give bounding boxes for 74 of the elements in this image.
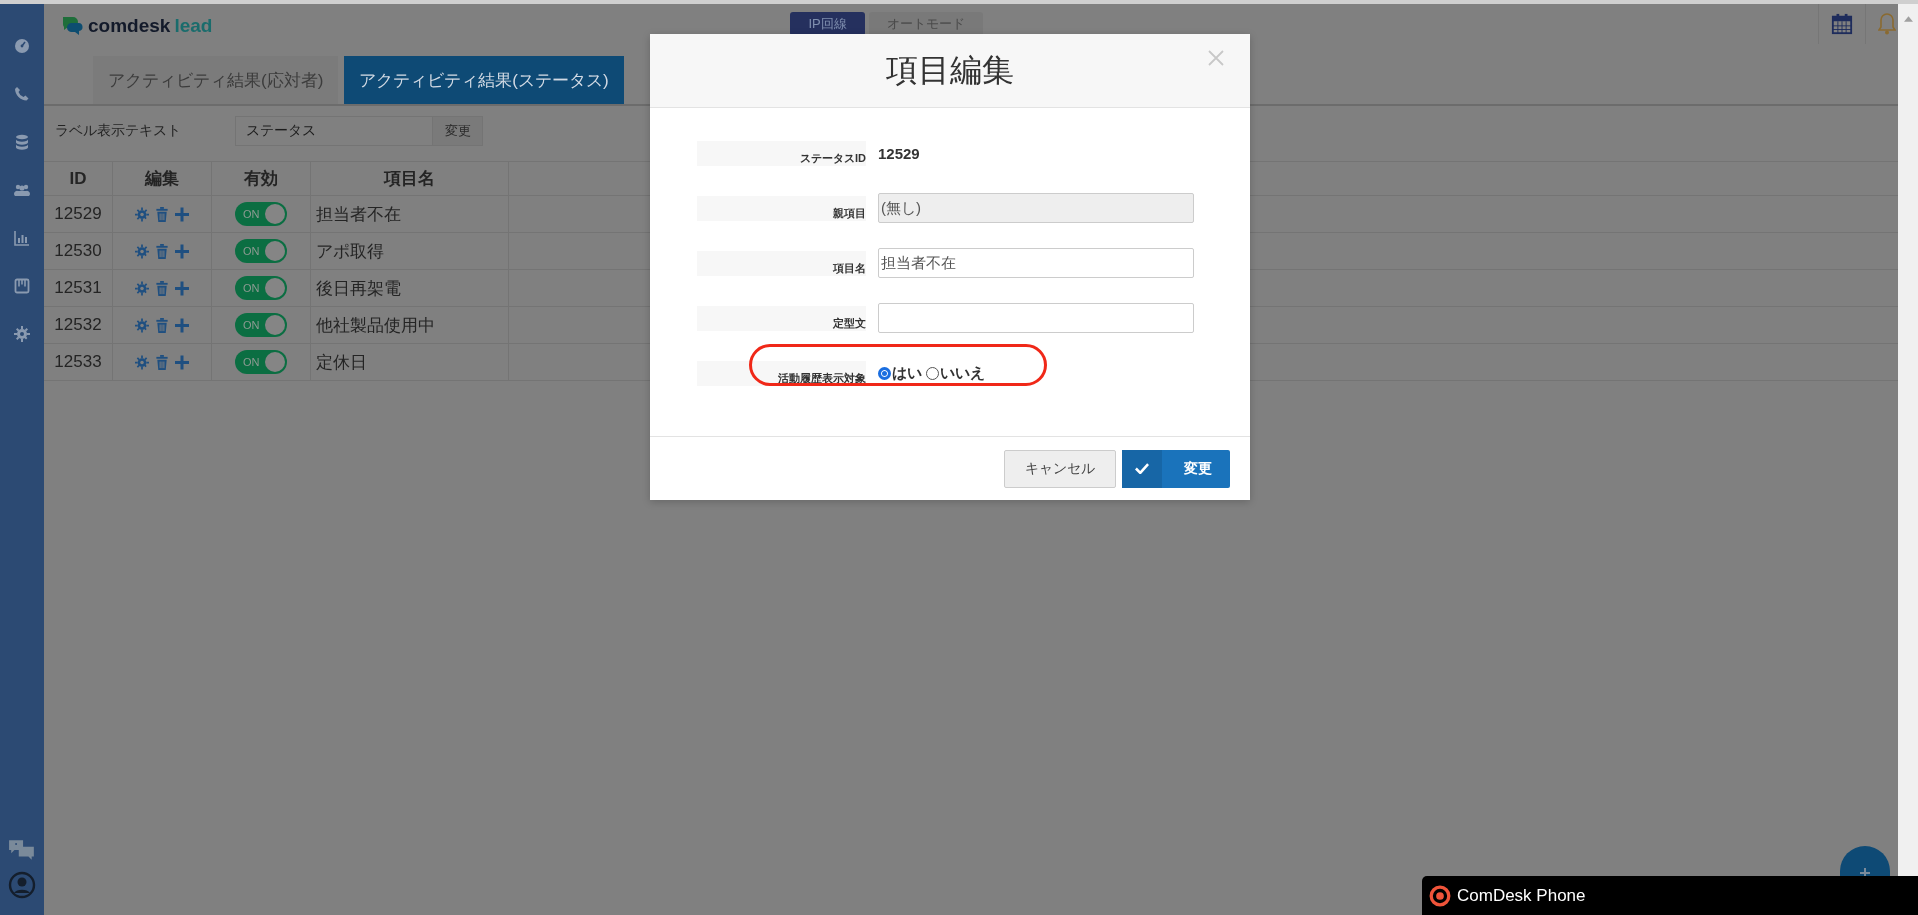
scrollbar[interactable] [1898, 4, 1918, 876]
radio-option[interactable]: はい [878, 363, 922, 383]
table-cell: 12531 [44, 270, 113, 306]
plus-icon[interactable] [175, 280, 189, 296]
dialog-title: 項目編集 [886, 50, 1014, 90]
tab[interactable]: アクティビティ結果(応対者) [93, 56, 339, 104]
trash-icon[interactable] [155, 317, 169, 333]
toggle-switch[interactable]: ON [235, 313, 287, 337]
check-icon [1135, 463, 1149, 474]
plus-icon[interactable] [175, 243, 189, 259]
change-button[interactable]: 変更 [433, 116, 483, 146]
text-input-field[interactable] [878, 303, 1194, 333]
scroll-up-icon[interactable] [1903, 16, 1913, 22]
bar-chart-icon[interactable] [14, 230, 30, 246]
trash-icon[interactable] [155, 354, 169, 370]
field-label: 定型文 [833, 315, 866, 331]
gear-icon[interactable] [135, 206, 149, 222]
board-icon[interactable] [14, 278, 30, 294]
toggle-switch[interactable]: ON [235, 239, 287, 263]
radio-option[interactable]: いいえ [926, 363, 985, 383]
table-cell: 担当者不在 [311, 196, 509, 232]
logo-product-text: lead [174, 15, 213, 37]
settings-icon[interactable] [14, 326, 30, 342]
toggle-switch[interactable]: ON [235, 350, 287, 374]
logo-brand-text: comdesk [88, 15, 171, 37]
trash-icon[interactable] [155, 243, 169, 259]
close-icon[interactable] [1208, 50, 1224, 66]
plus-icon[interactable] [175, 206, 189, 222]
gear-icon[interactable] [135, 354, 149, 370]
plus-icon[interactable] [175, 317, 189, 333]
text-input-field[interactable]: 担当者不在 [878, 248, 1194, 278]
toggle-switch[interactable]: ON [235, 202, 287, 226]
gear-icon[interactable] [135, 280, 149, 296]
field-label: 活動履歴表示対象 [778, 370, 866, 386]
line-mode-button[interactable]: IP回線 [790, 12, 865, 36]
table-cell: 12530 [44, 233, 113, 269]
phone-bar-title: ComDesk Phone [1457, 885, 1586, 906]
logo-icon [60, 14, 84, 38]
table-cell: 12532 [44, 307, 113, 343]
column-header: 有効 [212, 162, 311, 195]
gear-icon[interactable] [135, 317, 149, 333]
column-header: 項目名 [311, 162, 509, 195]
phone-bar[interactable]: ComDesk Phone [1422, 876, 1918, 915]
field-value: 12529 [878, 144, 920, 162]
trash-icon[interactable] [155, 280, 169, 296]
field-label: ステータスID [800, 150, 866, 166]
plus-icon[interactable] [175, 354, 189, 370]
table-cell: 他社製品使用中 [311, 307, 509, 343]
text-input-field: (無し) [878, 193, 1194, 223]
table-cell: 後日再架電 [311, 270, 509, 306]
user-avatar-icon[interactable] [8, 871, 36, 899]
help-chat-icon[interactable] [8, 839, 36, 861]
label-text: ラベル表示テキスト [55, 122, 182, 140]
field-label: 項目名 [833, 260, 866, 276]
cancel-button[interactable]: キャンセル [1004, 449, 1116, 488]
column-header: ID [44, 162, 113, 195]
users-icon[interactable] [14, 182, 30, 198]
tab[interactable]: アクティビティ結果(ステータス) [344, 56, 624, 104]
dashboard-icon[interactable] [14, 38, 30, 54]
label-input-field[interactable]: ステータス [235, 116, 433, 146]
field-label: 親項目 [833, 205, 866, 221]
table-cell: 12533 [44, 344, 113, 380]
toggle-switch[interactable]: ON [235, 276, 287, 300]
column-header: 編集 [113, 162, 212, 195]
phone-logo-icon [1429, 884, 1451, 907]
trash-icon[interactable] [155, 206, 169, 222]
gear-icon[interactable] [135, 243, 149, 259]
submit-button[interactable]: 変更 [1122, 449, 1230, 488]
table-cell: 定休日 [311, 344, 509, 380]
plus-icon [1860, 868, 1870, 876]
phone-icon[interactable] [14, 86, 30, 102]
table-cell: 12529 [44, 196, 113, 232]
table-cell: アポ取得 [311, 233, 509, 269]
database-icon[interactable] [14, 134, 30, 150]
